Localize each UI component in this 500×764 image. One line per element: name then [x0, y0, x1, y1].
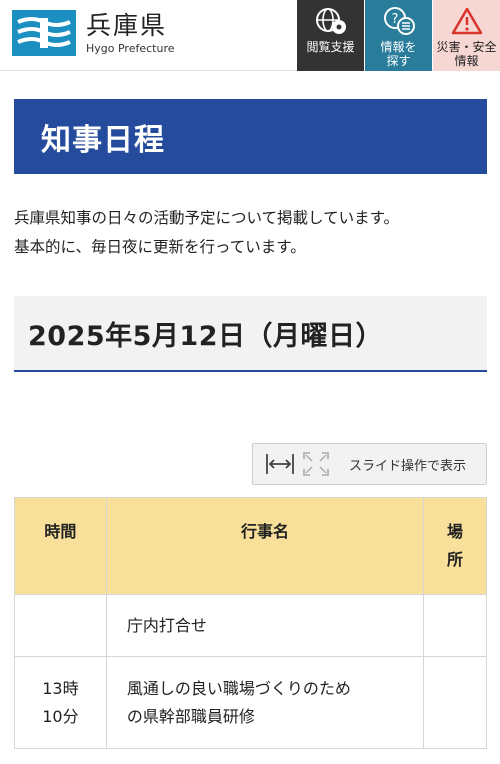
accessibility-button[interactable]: 閲覧支援 — [297, 0, 364, 71]
table-header-row: 時間 行事名 場所 — [14, 497, 487, 595]
row-time — [14, 594, 107, 657]
expand-corners-icon — [303, 452, 329, 476]
schedule-table: 時間 行事名 場所 庁内打合せ 13時 10分 風通しの良い職場づくりのため の… — [14, 497, 487, 749]
question-list-icon: ? — [383, 7, 415, 35]
row-place — [423, 594, 487, 657]
disaster-safety-button[interactable]: 災害・安全 情報 — [433, 0, 500, 71]
header-time: 時間 — [14, 497, 107, 595]
globe-gear-icon — [315, 8, 346, 34]
row-event: 風通しの良い職場づくりのため の県幹部職員研修 — [105, 656, 425, 749]
table-row: 庁内打合せ — [14, 594, 487, 657]
logo-subtitle: Hygo Prefecture — [86, 41, 175, 55]
find-info-button[interactable]: ? 情報を 探す — [365, 0, 432, 71]
disaster-safety-button-label: 災害・安全 情報 — [436, 40, 497, 68]
site-logo[interactable]: 兵庫県 Hygo Prefecture — [12, 10, 175, 56]
row-place — [423, 656, 487, 749]
page-title: 知事日程 — [41, 122, 165, 158]
header-place-label: 場所 — [447, 522, 464, 569]
site-header: 兵庫県 Hygo Prefecture 閲覧支援 ? 情報を 探す 災害・安全 … — [0, 0, 500, 71]
intro-text: 兵庫県知事の日々の活動予定について掲載しています。 基本的に、毎日夜に更新を行っ… — [14, 204, 490, 262]
find-info-button-label: 情報を 探す — [380, 40, 417, 68]
slide-view-button[interactable]: スライド操作で表示 — [252, 443, 487, 485]
page-title-bar: 知事日程 — [14, 99, 487, 174]
warning-triangle-icon — [451, 7, 482, 35]
slide-view-label: スライド操作で表示 — [349, 458, 467, 474]
intro-line-2: 基本的に、毎日夜に更新を行っています。 — [14, 238, 306, 256]
row-event: 庁内打合せ — [105, 594, 425, 657]
header-place: 場所 — [423, 497, 487, 595]
accessibility-button-label: 閲覧支援 — [306, 40, 355, 54]
prefecture-emblem-icon — [12, 10, 76, 56]
horizontal-expand-icon — [266, 454, 294, 474]
intro-line-1: 兵庫県知事の日々の活動予定について掲載しています。 — [14, 209, 400, 227]
logo-title: 兵庫県 — [86, 10, 168, 40]
date-heading: 2025年5月12日（月曜日） — [28, 320, 384, 352]
header-event: 行事名 — [105, 497, 425, 595]
date-heading-box: 2025年5月12日（月曜日） — [14, 296, 487, 372]
row-time: 13時 10分 — [14, 656, 107, 749]
table-row: 13時 10分 風通しの良い職場づくりのため の県幹部職員研修 — [14, 656, 487, 749]
